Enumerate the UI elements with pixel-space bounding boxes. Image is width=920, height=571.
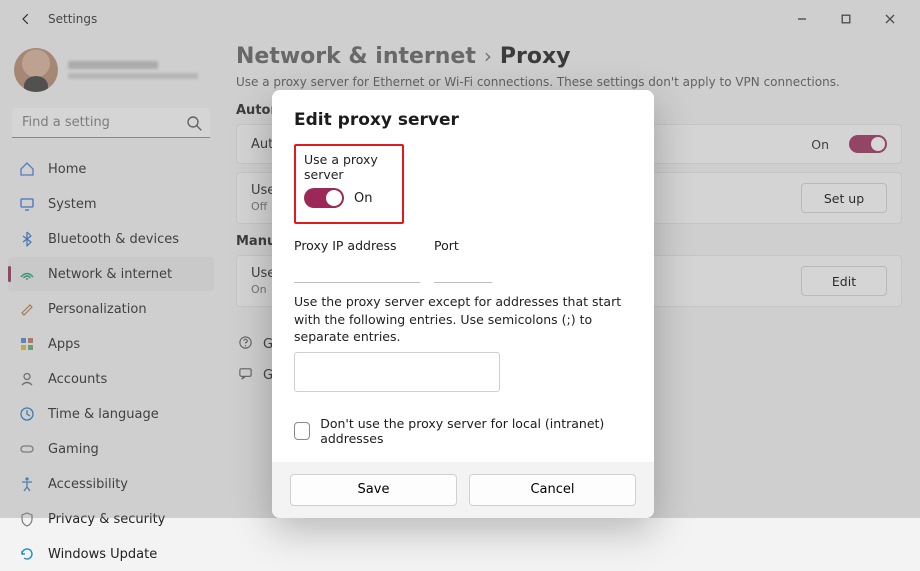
save-button[interactable]: Save bbox=[290, 474, 457, 506]
annotation-highlight: Use a proxy server On bbox=[294, 144, 404, 224]
proxy-port-input[interactable] bbox=[434, 257, 492, 283]
intranet-checkbox-label: Don't use the proxy server for local (in… bbox=[320, 416, 632, 446]
toggle-state-text: On bbox=[354, 191, 372, 206]
sidebar-item-update[interactable]: Windows Update bbox=[8, 537, 214, 571]
proxy-ip-input[interactable] bbox=[294, 257, 420, 283]
exclusions-input[interactable] bbox=[294, 352, 500, 392]
modal-title: Edit proxy server bbox=[294, 110, 632, 130]
edit-proxy-modal: Edit proxy server Use a proxy server On … bbox=[272, 90, 654, 518]
cancel-button[interactable]: Cancel bbox=[469, 474, 636, 506]
use-proxy-toggle[interactable] bbox=[304, 188, 344, 208]
exclusions-hint: Use the proxy server except for addresse… bbox=[294, 293, 632, 346]
proxy-port-label: Port bbox=[434, 238, 492, 253]
update-icon bbox=[18, 545, 36, 563]
intranet-checkbox[interactable] bbox=[294, 422, 310, 440]
proxy-ip-label: Proxy IP address bbox=[294, 238, 420, 253]
sidebar-item-label: Windows Update bbox=[48, 547, 157, 562]
use-proxy-label: Use a proxy server bbox=[304, 152, 392, 182]
modal-footer: Save Cancel bbox=[272, 462, 654, 518]
